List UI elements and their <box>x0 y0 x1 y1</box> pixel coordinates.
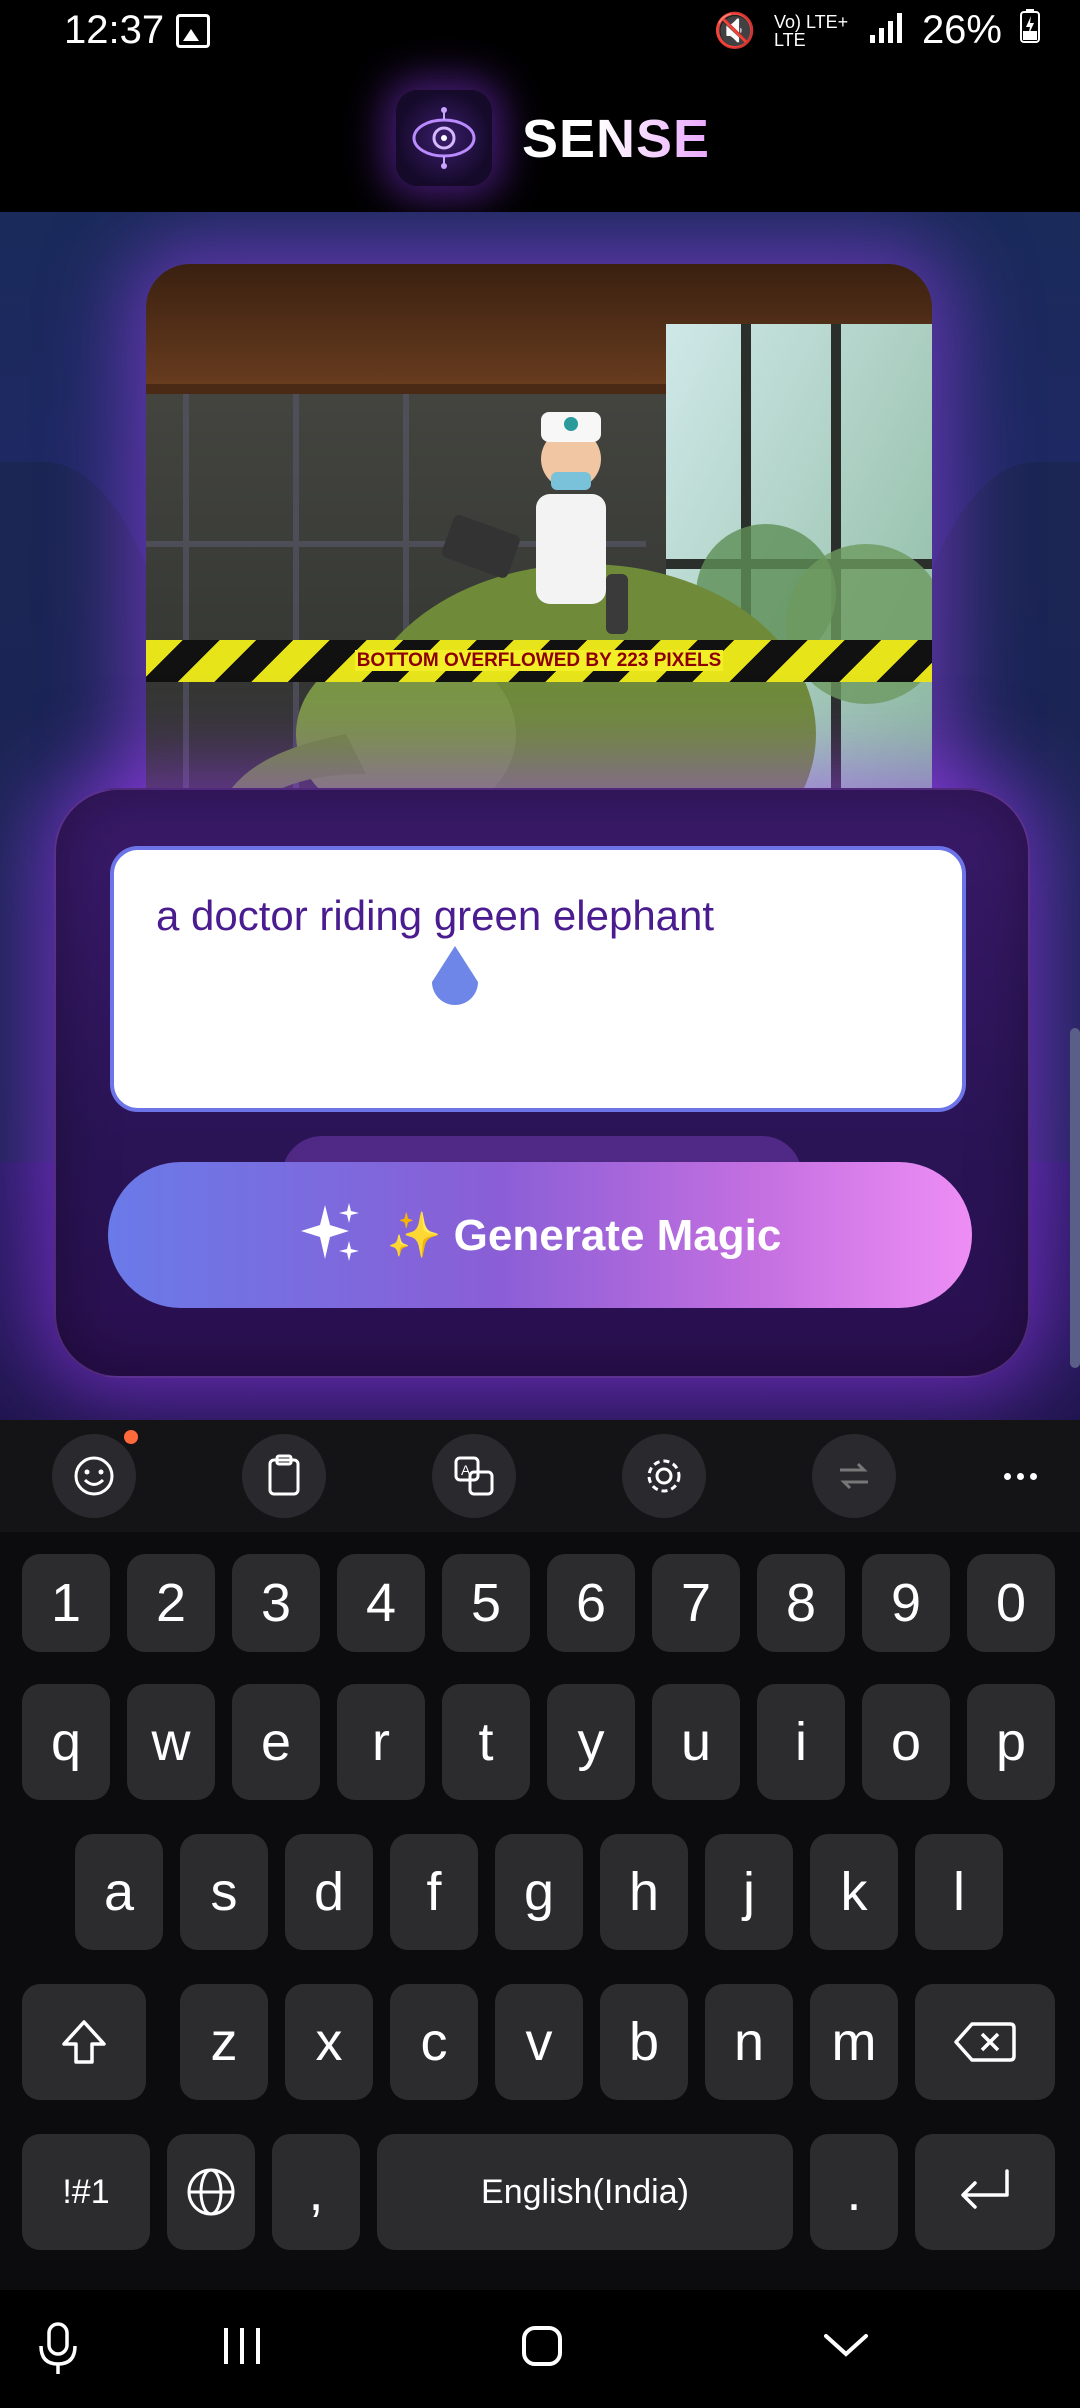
prompt-input-text[interactable]: a doctor riding green elephant <box>156 892 714 940</box>
more-options-icon[interactable] <box>990 1450 1050 1502</box>
prompt-input[interactable]: a doctor riding green elephant <box>110 846 966 1112</box>
status-bar: 12:37 🔇 Vo) LTE+ LTE 26% <box>0 0 1080 70</box>
recent-apps-button[interactable] <box>220 2326 264 2371</box>
generate-magic-label: ✨ Generate Magic <box>386 1211 782 1260</box>
enter-key[interactable] <box>915 2134 1055 2250</box>
app-title: SENSE <box>522 109 711 169</box>
battery-percent: 26% <box>921 8 1002 52</box>
status-right: 🔇 Vo) LTE+ LTE 26% <box>714 8 1040 53</box>
key-8[interactable]: 8 <box>757 1554 845 1652</box>
key-3[interactable]: 3 <box>232 1554 320 1652</box>
key-2[interactable]: 2 <box>127 1554 215 1652</box>
key-1[interactable]: 1 <box>22 1554 110 1652</box>
generate-magic-button[interactable]: ✨ Generate Magic <box>108 1162 972 1308</box>
key-j[interactable]: j <box>705 1834 793 1950</box>
key-y[interactable]: y <box>547 1684 635 1800</box>
system-nav-bar <box>0 2290 1080 2408</box>
enter-icon <box>961 2169 1009 2209</box>
comma-key[interactable]: , <box>272 2134 360 2250</box>
chevron-down-icon <box>824 2334 868 2357</box>
key-k[interactable]: k <box>810 1834 898 1950</box>
emoji-icon <box>74 1456 114 1496</box>
text-cursor-handle[interactable] <box>426 946 484 1010</box>
main-content: BOTTOM OVERFLOWED BY 223 PIXELS a doctor… <box>0 212 1080 1420</box>
soft-keyboard: A 1 2 3 4 5 6 7 8 9 0 q w e r t y u i o … <box>0 1420 1080 2320</box>
key-m[interactable]: m <box>810 1984 898 2100</box>
key-b[interactable]: b <box>600 1984 688 2100</box>
status-time: 12:37 <box>64 8 165 52</box>
gear-icon <box>647 1459 681 1493</box>
backspace-key[interactable] <box>915 1984 1055 2100</box>
shift-icon <box>62 2020 106 2064</box>
convert-icon <box>840 1462 868 1490</box>
recent-apps-icon <box>224 2328 260 2364</box>
clipboard-button[interactable] <box>242 1434 326 1518</box>
key-c[interactable]: c <box>390 1984 478 2100</box>
key-7[interactable]: 7 <box>652 1554 740 1652</box>
key-g[interactable]: g <box>495 1834 583 1950</box>
home-button[interactable] <box>520 2324 564 2373</box>
notification-dot <box>124 1430 138 1444</box>
key-z[interactable]: z <box>180 1984 268 2100</box>
language-key[interactable] <box>167 2134 255 2250</box>
hide-keyboard-button[interactable] <box>822 2330 870 2365</box>
key-v[interactable]: v <box>495 1984 583 2100</box>
translate-icon: A <box>454 1456 494 1496</box>
key-l[interactable]: l <box>915 1834 1003 1950</box>
key-t[interactable]: t <box>442 1684 530 1800</box>
settings-button[interactable] <box>622 1434 706 1518</box>
key-e[interactable]: e <box>232 1684 320 1800</box>
key-s[interactable]: s <box>180 1834 268 1950</box>
key-h[interactable]: h <box>600 1834 688 1950</box>
key-f[interactable]: f <box>390 1834 478 1950</box>
svg-text:A: A <box>461 1462 471 1478</box>
overflow-warning-stripe: BOTTOM OVERFLOWED BY 223 PIXELS <box>146 640 932 682</box>
shift-key[interactable] <box>22 1984 146 2100</box>
key-a[interactable]: a <box>75 1834 163 1950</box>
translate-button[interactable]: A <box>432 1434 516 1518</box>
network-indicator: Vo) LTE+ LTE <box>773 11 849 50</box>
gallery-notification-icon <box>176 14 210 48</box>
globe-icon <box>187 2168 235 2216</box>
microphone-icon[interactable] <box>36 2320 80 2381</box>
key-r[interactable]: r <box>337 1684 425 1800</box>
key-o[interactable]: o <box>862 1684 950 1800</box>
scrollbar[interactable] <box>1070 1028 1080 1368</box>
app-header: SENSE <box>0 70 1080 212</box>
battery-charging-icon <box>1020 8 1040 53</box>
key-n[interactable]: n <box>705 1984 793 2100</box>
generated-image <box>146 264 932 864</box>
key-w[interactable]: w <box>127 1684 215 1800</box>
mute-icon: 🔇 <box>713 11 756 50</box>
clipboard-icon <box>268 1454 300 1496</box>
key-x[interactable]: x <box>285 1984 373 2100</box>
overflow-warning-text: BOTTOM OVERFLOWED BY 223 PIXELS <box>354 650 724 671</box>
key-u[interactable]: u <box>652 1684 740 1800</box>
key-9[interactable]: 9 <box>862 1554 950 1652</box>
backspace-icon <box>954 2022 1016 2062</box>
keyboard-toolbar: A <box>0 1420 1080 1532</box>
key-5[interactable]: 5 <box>442 1554 530 1652</box>
key-p[interactable]: p <box>967 1684 1055 1800</box>
signal-icon <box>869 8 904 53</box>
text-conversion-button[interactable] <box>812 1434 896 1518</box>
home-icon <box>522 2326 562 2366</box>
key-d[interactable]: d <box>285 1834 373 1950</box>
sparkles-icon <box>299 1201 363 1270</box>
key-q[interactable]: q <box>22 1684 110 1800</box>
symbols-key[interactable]: !#1 <box>22 2134 150 2250</box>
period-key[interactable]: . <box>810 2134 898 2250</box>
key-0[interactable]: 0 <box>967 1554 1055 1652</box>
key-6[interactable]: 6 <box>547 1554 635 1652</box>
key-i[interactable]: i <box>757 1684 845 1800</box>
app-logo-icon <box>396 90 492 186</box>
emoji-button[interactable] <box>52 1430 138 1518</box>
space-key[interactable]: English(India) <box>377 2134 793 2250</box>
key-4[interactable]: 4 <box>337 1554 425 1652</box>
